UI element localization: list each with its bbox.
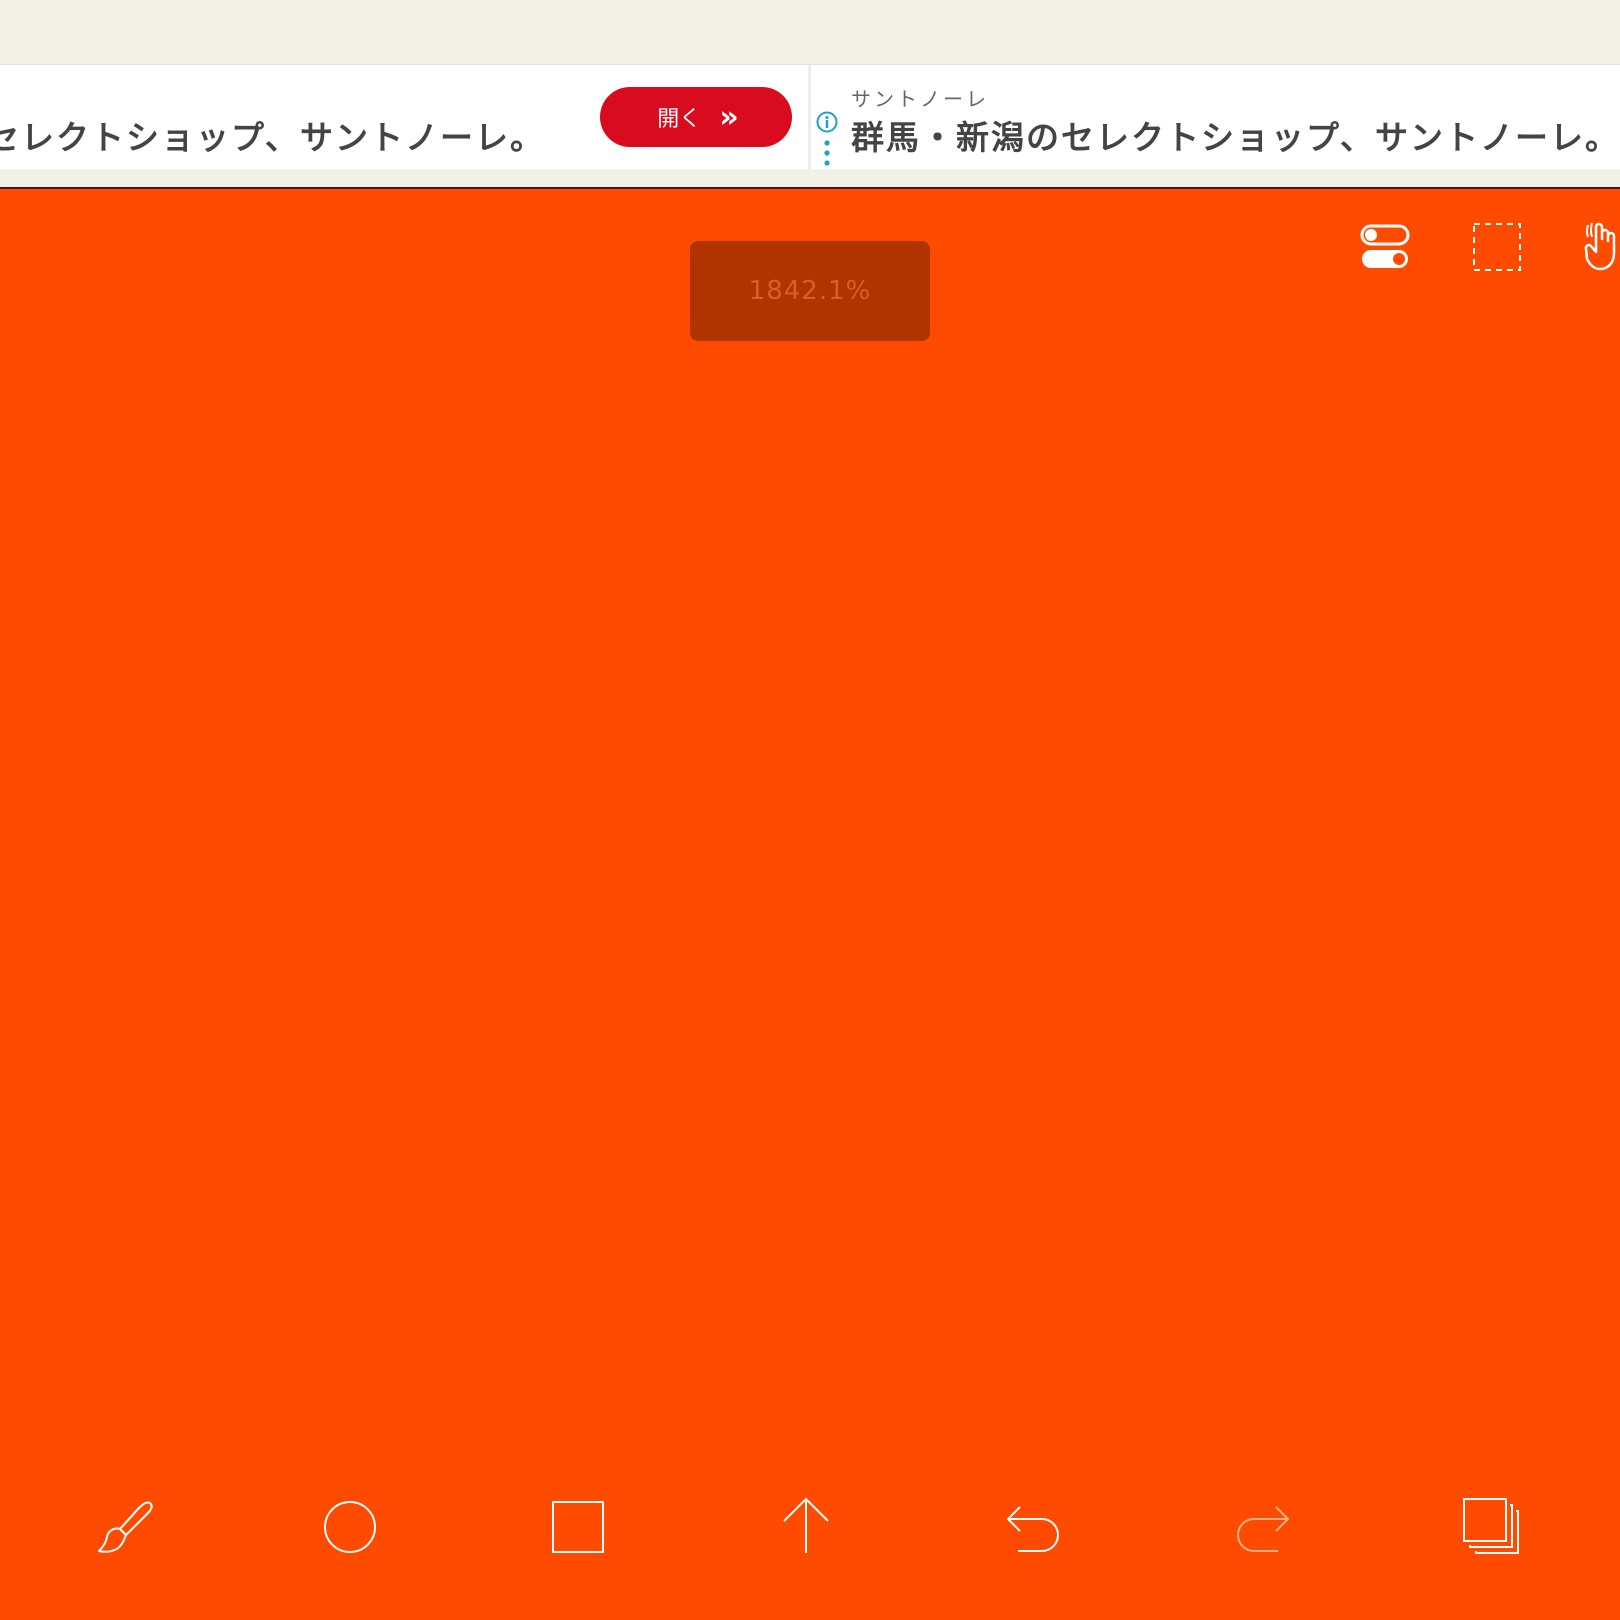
ad-open-label: 開く: [657, 107, 702, 132]
toggle-switches-icon[interactable]: [1360, 223, 1410, 271]
arrow-up-icon[interactable]: [778, 1495, 834, 1557]
ad-banner[interactable]: セレクトショップ、サントノーレ。 開く » サントノーレ 群馬・新潟のセレクトシ…: [0, 64, 1620, 170]
circle-icon[interactable]: [322, 1499, 378, 1555]
status-bar: [0, 0, 1620, 64]
hand-touch-icon[interactable]: [1584, 219, 1620, 273]
zoom-indicator: 1842.1%: [690, 241, 930, 341]
ad-open-button[interactable]: 開く »: [600, 87, 792, 147]
layers-icon[interactable]: [1462, 1497, 1520, 1555]
ad-left-text: セレクトショップ、サントノーレ。: [0, 118, 546, 157]
kebab-menu-icon[interactable]: [823, 139, 831, 167]
ad-headline[interactable]: 群馬・新潟のセレクトショップ、サントノーレ。: [851, 111, 1620, 159]
ad-divider: [808, 65, 811, 169]
spacer-strip: [0, 169, 1620, 187]
drawing-canvas[interactable]: 1842.1%: [0, 187, 1620, 1620]
chevron-right-double-icon: »: [719, 99, 738, 135]
brush-icon[interactable]: [96, 1497, 156, 1557]
redo-icon[interactable]: [1232, 1499, 1292, 1555]
ad-advertiser: サントノーレ: [851, 87, 989, 111]
marquee-select-icon[interactable]: [1472, 222, 1522, 272]
square-icon[interactable]: [550, 1499, 606, 1555]
undo-icon[interactable]: [1004, 1499, 1064, 1555]
info-icon[interactable]: [816, 111, 838, 133]
